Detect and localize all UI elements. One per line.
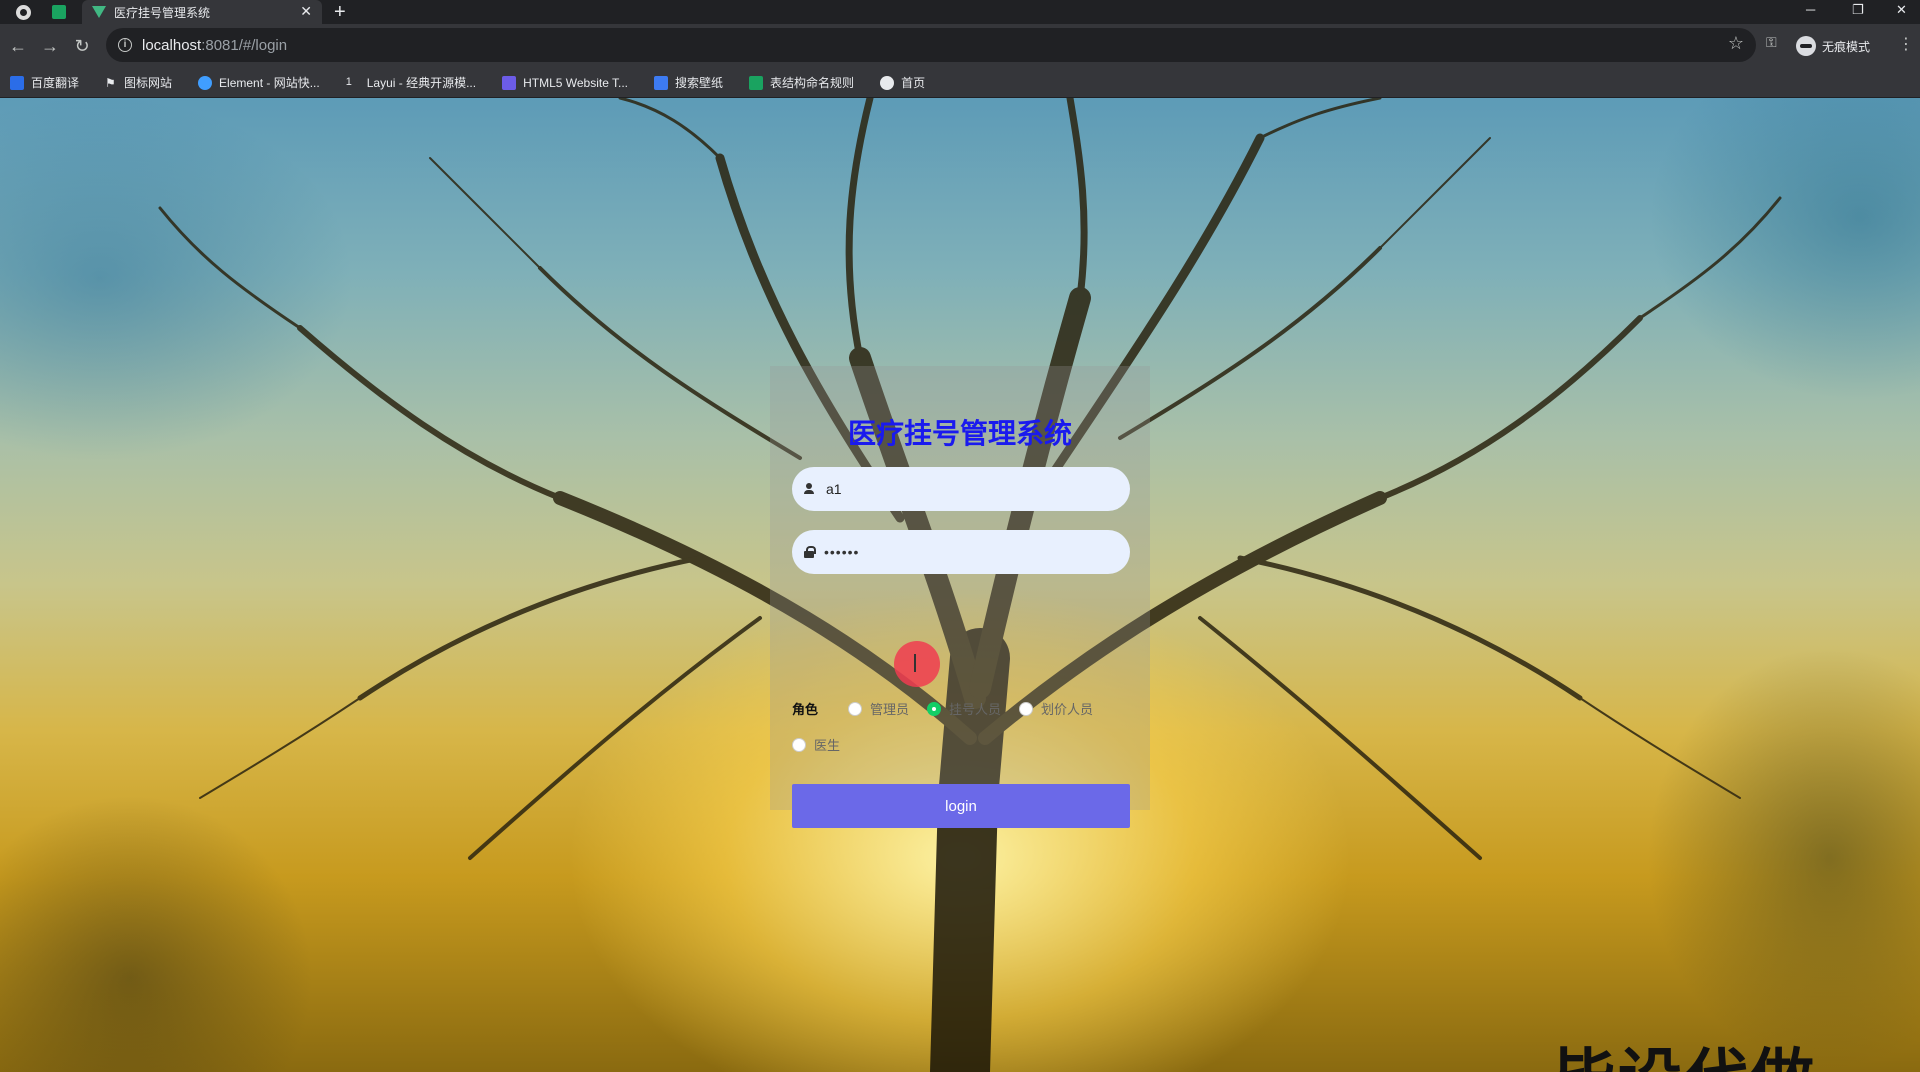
radio-label: 挂号人员 [949,702,1002,717]
bookmark-label: 首页 [901,76,926,90]
bookmark-item[interactable]: 表结构命名规则 [749,74,854,91]
url-host: localhost [142,36,202,54]
role-radio-pricing[interactable]: 划价人员 [1019,699,1093,718]
incognito-icon [1796,36,1816,56]
password-field[interactable]: •••••• [792,530,1130,574]
active-tab[interactable]: 医疗挂号管理系统 ✕ [82,0,322,24]
login-button[interactable]: login [792,784,1130,828]
layui-icon: 1 [345,75,352,88]
bookmark-item[interactable]: HTML5 Website T... [502,75,629,90]
reload-icon[interactable]: ↻ [66,36,98,57]
radio-label: 管理员 [870,702,910,717]
bookmarks-bar: 百度翻译 ⚑ 图标网站 Element - 网站快... 1 Layui - 经典开… [0,68,1920,98]
tab-close-icon[interactable]: ✕ [300,3,312,20]
browser-menu-icon[interactable]: ⋮ [1898,34,1914,54]
bookmark-label: 表结构命名规则 [770,76,855,90]
login-title: 医疗挂号管理系统 [847,417,1072,450]
browser-logo [0,0,46,24]
chrome-icon [15,4,31,20]
flag-icon: ⚑ [105,75,116,90]
close-window-icon[interactable]: ✕ [1896,0,1907,24]
bookmark-label: HTML5 Website T... [523,75,629,90]
table-icon [749,75,764,90]
bookmark-item[interactable]: Element - 网站快... [198,74,320,91]
tab-title: 医疗挂号管理系统 [114,5,211,20]
bookmark-item[interactable]: ⚑ 图标网站 [105,74,172,91]
restore-icon[interactable]: ❐ [1852,0,1864,24]
role-radio-registrar[interactable]: 挂号人员 [927,699,1001,718]
login-page: 医疗挂号管理系统 •••••• 角色 管理员 挂号人员 划价人员 医生 logi… [0,98,1920,1072]
bookmark-label: Layui - 经典开源模... [366,76,477,90]
minimize-icon[interactable]: ─ [1806,0,1815,24]
bookmark-label: Element - 网站快... [219,76,320,90]
username-field[interactable] [792,467,1130,511]
username-input[interactable] [824,480,1104,498]
globe-icon [880,75,895,90]
pinned-tab-icon[interactable] [52,5,66,19]
incognito-indicator[interactable]: 无痕模式 [1796,36,1870,56]
site-info-icon[interactable]: i [118,38,132,52]
html5-icon [502,75,517,90]
password-key-icon[interactable]: ⚿ [1766,34,1777,51]
watermark-text: 毕设代做 [1552,1028,1816,1072]
bookmark-item[interactable]: 百度翻译 [10,74,79,91]
back-icon[interactable]: ← [2,36,34,57]
bookmark-label: 搜索壁纸 [675,76,724,90]
radio-label: 医生 [814,738,841,753]
url-path: :8081/#/login [201,36,288,54]
click-indicator [894,641,940,687]
radio-label: 划价人员 [1041,702,1094,717]
radio-button[interactable] [848,701,862,716]
radio-button-checked[interactable] [927,701,941,716]
address-bar[interactable]: i localhost:8081/#/login ☆ [106,28,1756,62]
text-cursor-icon [914,654,916,672]
radio-button[interactable] [1019,701,1033,716]
radio-button[interactable] [792,737,806,752]
forward-icon[interactable]: → [34,36,66,57]
password-input[interactable]: •••••• [824,544,859,560]
user-icon [804,483,814,495]
lock-icon [804,546,816,558]
incognito-label: 无痕模式 [1822,39,1871,54]
bookmark-item[interactable]: 搜索壁纸 [654,74,723,91]
bookmark-star-icon[interactable]: ☆ [1728,33,1744,54]
new-tab-button[interactable]: + [334,0,346,24]
role-radio-admin[interactable]: 管理员 [848,699,909,718]
bookmark-item[interactable]: 1 Layui - 经典开源模... [346,74,476,91]
toolbar: ← → ↻ i localhost:8081/#/login ☆ [0,24,1920,68]
bookmark-item[interactable]: 首页 [880,74,925,91]
vue-icon [92,6,106,18]
bookmark-label: 百度翻译 [31,76,80,90]
role-label: 角色 [792,702,819,717]
translate-icon [10,75,24,90]
wallpaper-icon [654,75,669,90]
element-icon [198,75,213,90]
bookmark-label: 图标网站 [124,76,173,90]
role-radio-doctor[interactable]: 医生 [792,735,840,754]
